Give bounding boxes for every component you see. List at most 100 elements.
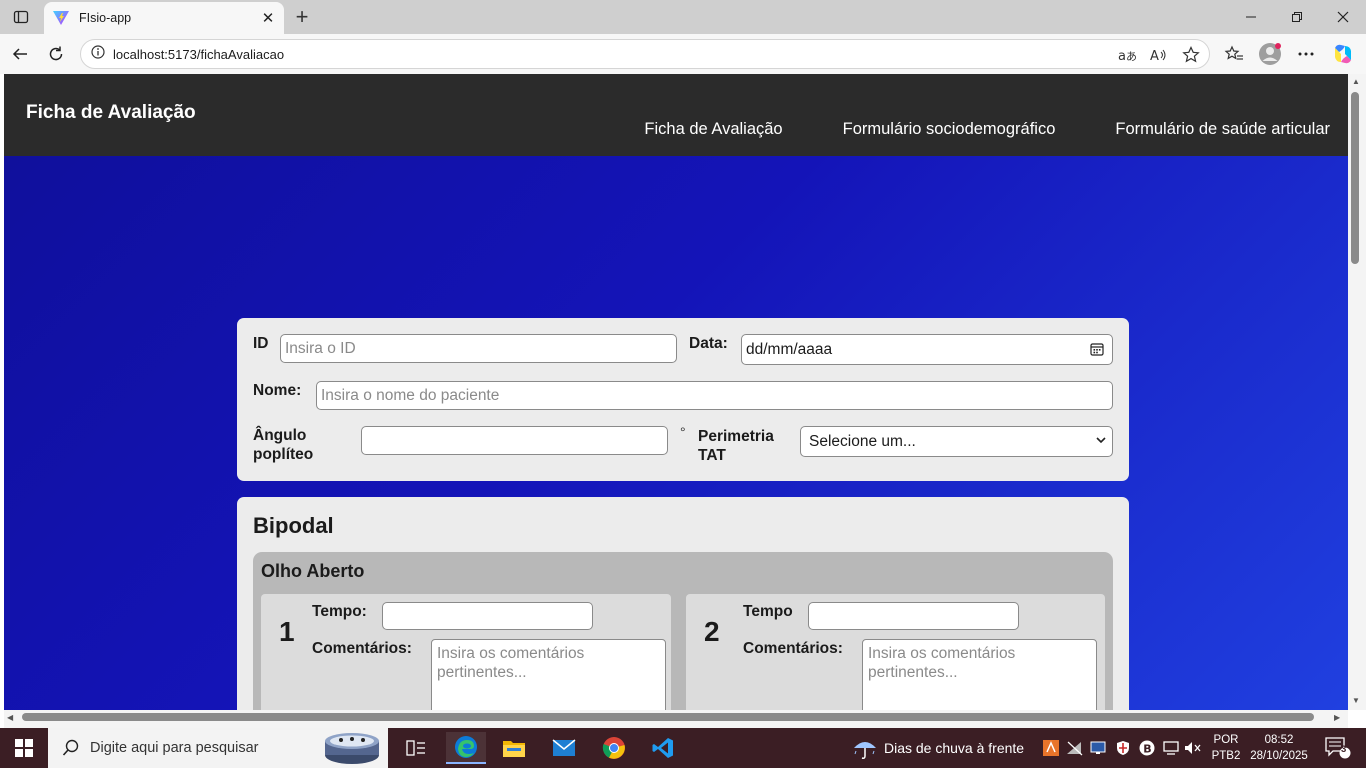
comments-label: Comentários: [312, 640, 412, 657]
perimetria-label-line1: Perimetria [698, 428, 774, 445]
tempo-input-2[interactable] [808, 602, 1019, 630]
comments-textarea-2[interactable]: Insira os comentários pertinentes... [862, 639, 1097, 710]
perimetria-label: Perimetria TAT [698, 427, 774, 465]
vertical-scroll-thumb[interactable] [1351, 92, 1359, 264]
nav-link-saude-articular[interactable]: Formulário de saúde articular [1115, 120, 1330, 139]
date-input[interactable]: dd/mm/aaaa [741, 334, 1113, 365]
profile-avatar[interactable] [1256, 40, 1284, 68]
trial-card-2: 2 Tempo Comentários: Insira os comentári… [686, 594, 1105, 710]
degree-unit: ° [680, 424, 686, 440]
security-tray-icon[interactable] [1114, 738, 1132, 758]
vscode-icon[interactable] [643, 732, 683, 764]
more-options-icon[interactable] [1292, 40, 1320, 68]
id-input[interactable]: Insira o ID [280, 334, 677, 363]
angle-input[interactable] [361, 426, 668, 455]
language-indicator[interactable]: POR PTB2 [1210, 732, 1242, 764]
patient-info-card: ID Insira o ID Data: dd/mm/aaaa Nome: In… [237, 318, 1129, 481]
tempo-input-1[interactable] [382, 602, 593, 630]
horizontal-scroll-thumb[interactable] [22, 713, 1314, 721]
new-tab-icon[interactable]: + [289, 4, 315, 29]
bipodal-title: Bipodal [253, 513, 334, 538]
svg-text:a: a [1118, 49, 1126, 63]
tray-app-icon[interactable] [1042, 738, 1060, 758]
site-info-icon[interactable] [91, 44, 105, 64]
search-highlight-image[interactable] [323, 731, 381, 765]
perimetria-selected-value: Selecione um... [809, 432, 916, 450]
window-close-icon[interactable] [1320, 0, 1366, 34]
comments-textarea-1[interactable]: Insira os comentários pertinentes... [431, 639, 666, 710]
file-explorer-icon[interactable] [494, 732, 534, 764]
perimetria-select[interactable]: Selecione um... [800, 426, 1113, 457]
browser-tab-bar: FIsio-app ✕ + [0, 0, 1366, 34]
date-label: Data: [689, 335, 728, 352]
olho-aberto-title: Olho Aberto [261, 561, 365, 581]
clock-time: 08:52 [1264, 734, 1294, 746]
copilot-icon[interactable] [1329, 40, 1357, 68]
refresh-icon[interactable] [42, 40, 70, 68]
angle-label-line1: Ângulo [253, 427, 307, 444]
app-brand[interactable]: Ficha de Avaliação [26, 102, 196, 124]
name-input[interactable]: Insira o nome do paciente [316, 381, 1113, 410]
id-label: ID [253, 335, 269, 352]
weather-widget[interactable]: Dias de chuva à frente [852, 728, 1024, 768]
notification-count: 3 [1341, 744, 1347, 755]
task-view-icon[interactable] [396, 732, 436, 764]
svg-text:A: A [1150, 49, 1159, 63]
monitor-tray-icon[interactable] [1090, 738, 1108, 758]
volume-muted-icon[interactable] [1184, 738, 1202, 758]
favorites-icon[interactable] [1220, 40, 1248, 68]
language-code: POR [1213, 734, 1239, 746]
calendar-icon[interactable] [1090, 342, 1104, 356]
search-placeholder: Digite aqui para pesquisar [90, 740, 259, 756]
olho-aberto-section: Olho Aberto 1 Tempo: Comentários: Insira… [253, 552, 1113, 710]
weather-text: Dias de chuva à frente [884, 740, 1025, 756]
favorite-star-icon[interactable] [1181, 45, 1201, 65]
nav-link-sociodemografico[interactable]: Formulário sociodemográfico [843, 120, 1056, 139]
perimetria-label-line2: TAT [698, 447, 726, 464]
url-field[interactable]: localhost:5173/fichaAvaliacao aあ A [80, 39, 1210, 69]
network-offline-icon[interactable] [1066, 738, 1084, 758]
system-clock[interactable]: 08:52 28/10/2025 [1244, 732, 1314, 764]
scroll-left-icon[interactable]: ◀ [7, 713, 13, 722]
display-tray-icon[interactable] [1162, 738, 1180, 758]
trial-card-1: 1 Tempo: Comentários: Insira os comentár… [261, 594, 671, 710]
scroll-up-icon[interactable]: ▲ [1352, 77, 1360, 86]
search-icon [62, 739, 79, 756]
name-label: Nome: [253, 382, 302, 399]
url-text: localhost:5173/fichaAvaliacao [113, 46, 285, 62]
umbrella-rain-icon [854, 742, 876, 759]
browser-tab[interactable]: FIsio-app ✕ [44, 2, 284, 34]
chevron-down-icon [1096, 437, 1106, 444]
translate-icon[interactable]: aあ [1117, 45, 1137, 65]
windows-start-icon[interactable] [0, 728, 48, 768]
app-header: Ficha de Avaliação Ficha de Avaliação Fo… [4, 74, 1348, 156]
tempo-label: Tempo [743, 603, 793, 620]
vite-logo-icon [53, 11, 69, 25]
bipodal-card: Bipodal Olho Aberto 1 Tempo: Comentários… [237, 497, 1129, 710]
chrome-icon[interactable] [594, 732, 634, 764]
tempo-label: Tempo: [312, 603, 367, 620]
date-value: dd/mm/aaaa [746, 340, 833, 358]
angle-label: Ângulo poplíteo [253, 426, 313, 464]
keyboard-layout: PTB2 [1211, 750, 1241, 762]
tab-title: FIsio-app [79, 11, 132, 25]
nav-link-ficha-avaliacao[interactable]: Ficha de Avaliação [644, 120, 782, 139]
restore-icon[interactable] [1274, 0, 1320, 34]
mail-icon[interactable] [544, 732, 584, 764]
minimize-icon[interactable] [1228, 0, 1274, 34]
angle-label-line2: poplíteo [253, 446, 314, 463]
notification-center-icon[interactable]: 3 [1318, 734, 1358, 762]
scroll-down-icon[interactable]: ▼ [1352, 696, 1360, 705]
read-aloud-icon[interactable]: A [1149, 45, 1169, 65]
svg-text:あ: あ [1126, 50, 1136, 63]
clock-date: 28/10/2025 [1250, 750, 1308, 762]
trial-number: 1 [279, 616, 295, 647]
bluetooth-b-icon[interactable]: B [1138, 738, 1156, 758]
back-icon[interactable] [6, 40, 34, 68]
tab-actions-icon[interactable] [8, 5, 34, 29]
comments-label: Comentários: [743, 640, 843, 657]
address-bar: localhost:5173/fichaAvaliacao aあ A [0, 34, 1366, 74]
edge-taskbar-icon[interactable] [446, 732, 486, 764]
scroll-right-icon[interactable]: ▶ [1334, 713, 1340, 722]
tab-close-icon[interactable]: ✕ [260, 10, 276, 27]
